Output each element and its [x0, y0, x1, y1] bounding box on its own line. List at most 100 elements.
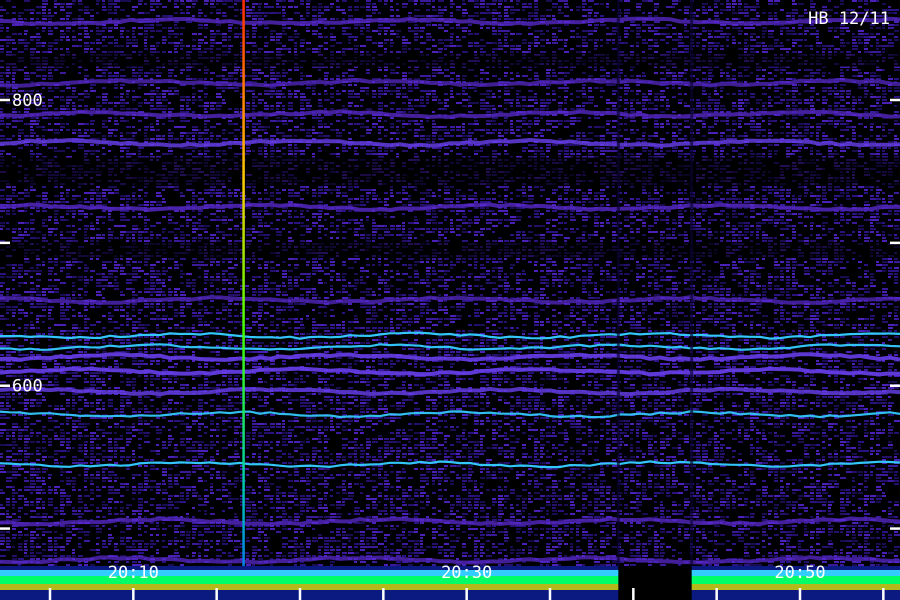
noise-speck [654, 42, 658, 44]
noise-speck [894, 120, 898, 122]
noise-speck [696, 69, 701, 71]
noise-speck [276, 108, 279, 110]
noise-speck [258, 153, 263, 155]
noise-speck [738, 153, 744, 155]
noise-speck [624, 129, 628, 131]
noise-speck [528, 144, 534, 146]
noise-speck [198, 27, 203, 29]
noise-speck [504, 51, 507, 53]
noise-speck [888, 87, 892, 89]
noise-speck [186, 6, 191, 8]
noise-speck [594, 147, 600, 149]
noise-speck [540, 45, 545, 47]
noise-speck [342, 90, 346, 92]
noise-speck [678, 39, 682, 41]
noise-speck [534, 96, 537, 98]
noise-speck [30, 144, 33, 146]
noise-speck [546, 129, 551, 131]
noise-speck [834, 36, 839, 38]
noise-speck [162, 123, 165, 125]
noise-speck [858, 84, 861, 86]
noise-speck [84, 96, 90, 98]
noise-speck [654, 15, 658, 17]
noise-speck [810, 135, 813, 137]
noise-speck [732, 18, 738, 20]
noise-speck [756, 117, 762, 119]
noise-speck [534, 120, 540, 122]
noise-speck [672, 147, 678, 149]
noise-speck [222, 138, 228, 140]
noise-speck [816, 99, 820, 101]
noise-speck [114, 6, 120, 8]
noise-speck [642, 0, 648, 2]
noise-speck [330, 108, 334, 110]
noise-speck [432, 123, 436, 125]
noise-speck [858, 108, 862, 110]
noise-speck [306, 99, 311, 101]
noise-speck [810, 3, 816, 5]
noise-speck [258, 3, 262, 5]
noise-speck [654, 132, 658, 134]
noise-speck [792, 12, 798, 14]
noise-speck [192, 150, 195, 152]
noise-speck [462, 15, 466, 17]
noise-speck [720, 105, 725, 107]
noise-speck [378, 138, 382, 140]
noise-speck [48, 18, 52, 20]
noise-speck [810, 96, 814, 98]
noise-speck [60, 39, 63, 41]
noise-speck [132, 153, 136, 155]
noise-speck [66, 96, 72, 98]
noise-speck [606, 3, 609, 5]
noise-speck [714, 117, 718, 119]
noise-speck [810, 147, 813, 149]
noise-speck [600, 90, 605, 92]
noise-speck [216, 138, 219, 140]
noise-speck [126, 42, 132, 44]
noise-speck [462, 93, 468, 95]
noise-speck [180, 12, 185, 14]
noise-speck [834, 96, 840, 98]
noise-speck [570, 144, 576, 146]
noise-speck [204, 120, 210, 122]
noise-speck [186, 21, 192, 23]
noise-speck [720, 12, 723, 14]
noise-speck [294, 12, 300, 14]
noise-speck [12, 75, 15, 77]
noise-speck [456, 75, 460, 77]
noise-speck [516, 75, 520, 77]
noise-speck [672, 33, 677, 35]
noise-speck [714, 45, 719, 47]
noise-speck [270, 72, 275, 74]
noise-speck [276, 90, 282, 92]
noise-speck [816, 126, 821, 128]
noise-speck [612, 48, 617, 50]
noise-speck [150, 105, 154, 107]
noise-speck [648, 45, 654, 47]
noise-speck [732, 39, 736, 41]
noise-speck [810, 117, 815, 119]
noise-speck [276, 132, 282, 134]
noise-speck [762, 102, 767, 104]
noise-speck [6, 36, 11, 38]
noise-speck [576, 96, 580, 98]
noise-speck [210, 3, 214, 5]
noise-speck [780, 33, 783, 35]
noise-speck [660, 111, 665, 113]
noise-speck [732, 75, 736, 77]
noise-speck [594, 135, 600, 137]
noise-speck [450, 129, 455, 131]
noise-speck [576, 138, 581, 140]
noise-speck [786, 12, 792, 14]
noise-speck [864, 126, 867, 128]
noise-speck [198, 24, 203, 26]
noise-speck [684, 135, 687, 137]
noise-speck [516, 120, 522, 122]
noise-speck [234, 15, 238, 17]
noise-speck [420, 126, 424, 128]
noise-speck [102, 39, 105, 41]
noise-speck [678, 75, 683, 77]
noise-speck [876, 84, 879, 86]
noise-speck [342, 0, 347, 2]
noise-speck [300, 42, 305, 44]
